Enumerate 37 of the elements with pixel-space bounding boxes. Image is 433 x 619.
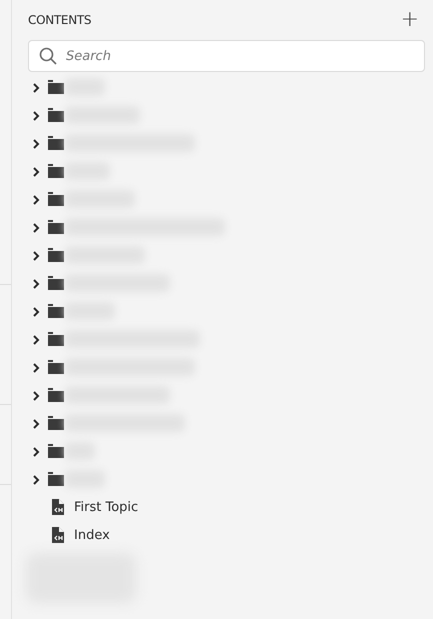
chevron-icon[interactable] xyxy=(32,139,40,149)
folder-icon xyxy=(48,276,64,290)
folder-icon xyxy=(48,136,64,150)
topic-label[interactable]: Index xyxy=(74,528,110,542)
chevron-icon[interactable] xyxy=(32,475,40,485)
chevron-icon[interactable] xyxy=(32,279,40,289)
chevron-icon[interactable] xyxy=(32,447,40,457)
chevron-icon[interactable] xyxy=(32,251,40,261)
chevron-icon[interactable] xyxy=(32,167,40,177)
add-button[interactable]: + xyxy=(394,9,425,31)
chevron-icon[interactable] xyxy=(32,335,40,345)
chevron-icon[interactable] xyxy=(32,307,40,317)
document-icon xyxy=(52,499,64,515)
folder-icon xyxy=(48,388,64,402)
folder-icon xyxy=(48,416,64,430)
folder-icon xyxy=(48,304,64,318)
folder-icon xyxy=(48,360,64,374)
folder-icon xyxy=(48,164,64,178)
panel-title: CONTENTS xyxy=(28,13,92,27)
folder-icon xyxy=(48,332,64,346)
chevron-icon[interactable] xyxy=(32,195,40,205)
document-icon xyxy=(52,527,64,543)
chevron-icon[interactable] xyxy=(32,223,40,233)
chevron-icon[interactable] xyxy=(32,363,40,373)
folder-icon xyxy=(48,472,64,486)
chevron-icon[interactable] xyxy=(32,83,40,93)
folder-icon xyxy=(48,220,64,234)
chevron-icon[interactable] xyxy=(32,111,40,121)
folder-icon xyxy=(48,444,64,458)
topic-label[interactable]: First Topic xyxy=(74,500,138,514)
search-field[interactable]: Search xyxy=(28,40,425,72)
folder-icon xyxy=(48,108,64,122)
folder-icon xyxy=(48,80,64,94)
folder-icon xyxy=(48,248,64,262)
chevron-icon[interactable] xyxy=(32,391,40,401)
chevron-icon[interactable] xyxy=(32,419,40,429)
folder-icon xyxy=(48,192,64,206)
